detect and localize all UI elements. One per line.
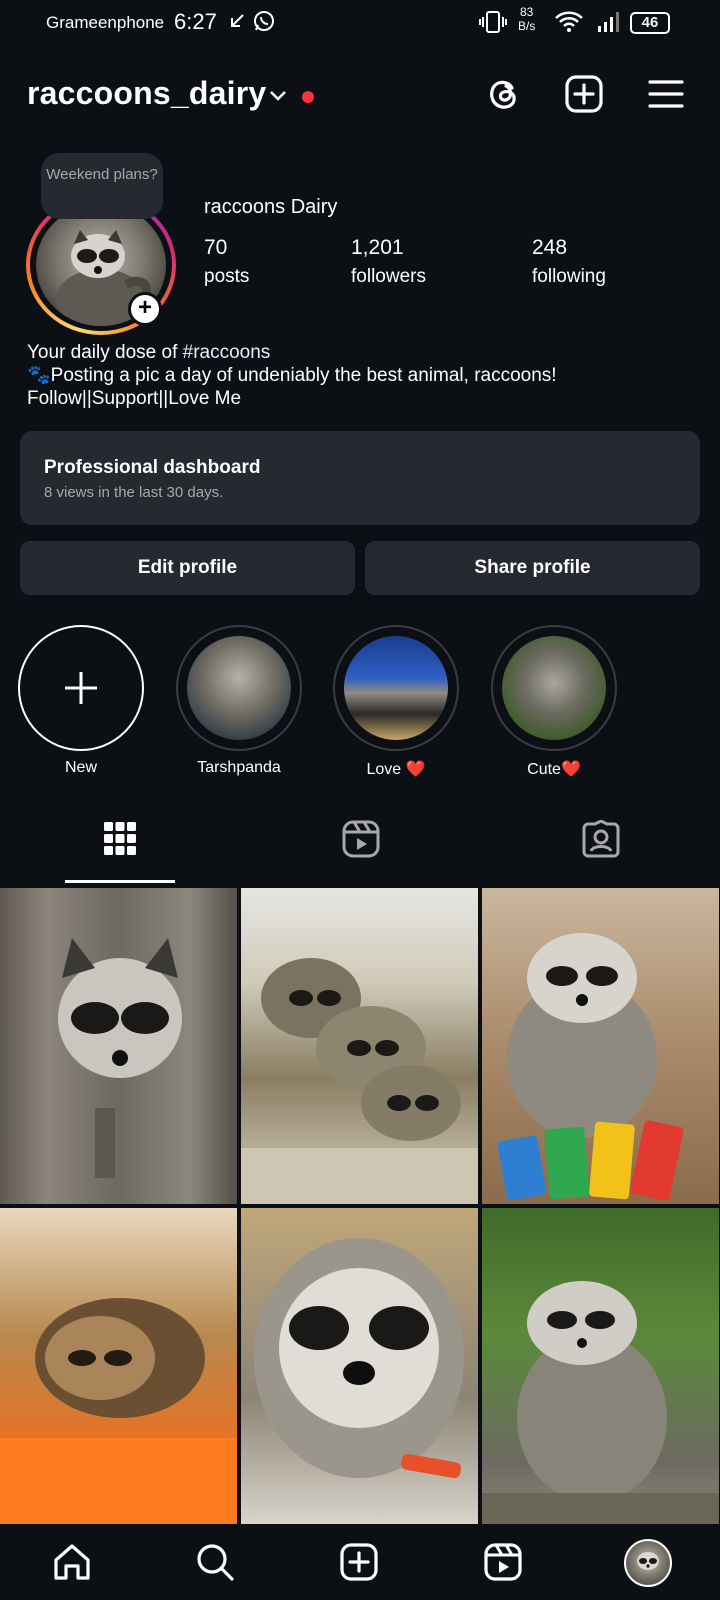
- network-speed: 83 B/s: [518, 5, 535, 33]
- raccoon-with-cards-art: [497, 933, 684, 1201]
- status-bar: Grameenphone 6:27 83 B/s 46: [0, 0, 720, 46]
- highlight-circle: [176, 625, 302, 751]
- create-post-icon[interactable]: [564, 74, 604, 114]
- network-speed-value: 83: [519, 5, 534, 19]
- highlight-cute[interactable]: Cute❤️: [491, 625, 617, 779]
- highlight-thumbnail: [187, 636, 291, 740]
- create-icon[interactable]: [339, 1542, 379, 1582]
- threads-icon[interactable]: [484, 74, 524, 114]
- tagged-icon[interactable]: [582, 820, 620, 858]
- bio-line-2: 🐾Posting a pic a day of undeniably the b…: [27, 365, 557, 386]
- add-story-plus-icon[interactable]: +: [128, 292, 162, 326]
- reels-tab-icon[interactable]: [342, 820, 380, 858]
- highlight-new[interactable]: New: [18, 625, 144, 777]
- highlight-label: Tarshpanda: [197, 759, 281, 776]
- bio-line-3: Follow||Support||Love Me: [27, 388, 242, 409]
- chevron-down-icon[interactable]: [268, 86, 288, 106]
- highlight-thumbnail: [344, 636, 448, 740]
- dashboard-subtitle: 8 views in the last 30 days.: [44, 484, 224, 501]
- profile-bio: Your daily dose of #raccoons 🐾Posting a …: [27, 341, 707, 410]
- stat-posts-label: posts: [204, 266, 250, 287]
- plus-icon: [65, 672, 97, 704]
- wifi-icon: [555, 11, 583, 32]
- posts-grid: [0, 888, 720, 1524]
- post-thumbnail[interactable]: [482, 888, 719, 1204]
- bio-text: Your daily dose of: [27, 342, 183, 363]
- raccoon-nav-avatar-art: [637, 1552, 659, 1570]
- stat-following-count: 248: [532, 236, 568, 259]
- raccoon-on-blanket-art: [0, 1298, 237, 1524]
- search-icon[interactable]: [195, 1542, 235, 1582]
- post-thumbnail[interactable]: [241, 888, 478, 1204]
- profile-avatar[interactable]: [624, 1539, 672, 1587]
- whatsapp-icon: [254, 11, 274, 31]
- dashboard-title: Professional dashboard: [44, 457, 261, 478]
- post-thumbnail[interactable]: [0, 1208, 237, 1524]
- highlight-label: Love ❤️: [366, 761, 426, 778]
- stat-followers-label: followers: [351, 266, 426, 287]
- display-name: raccoons Dairy: [204, 196, 338, 218]
- reels-icon[interactable]: [483, 1542, 523, 1582]
- clock: 6:27: [174, 9, 217, 34]
- post-thumbnail[interactable]: [241, 1208, 478, 1524]
- battery-level: 46: [641, 14, 659, 31]
- highlight-circle: [333, 625, 459, 751]
- signal-icon: [598, 12, 619, 32]
- edit-profile-button[interactable]: Edit profile: [20, 541, 355, 595]
- post-thumbnail[interactable]: [482, 1208, 719, 1524]
- highlight-tarshpanda[interactable]: Tarshpanda: [176, 625, 302, 777]
- raccoon-family-art: [241, 958, 478, 1204]
- stat-followers[interactable]: 1,201 followers: [351, 236, 426, 288]
- network-speed-unit: B/s: [518, 19, 536, 33]
- bio-line-1: Your daily dose of #raccoons: [27, 341, 707, 364]
- stat-posts-count: 70: [204, 236, 228, 259]
- highlight-thumbnail: [502, 636, 606, 740]
- menu-icon[interactable]: [646, 74, 686, 114]
- share-profile-button[interactable]: Share profile: [365, 541, 700, 595]
- professional-dashboard[interactable]: Professional dashboard 8 views in the la…: [20, 431, 700, 525]
- bio-hashtag-link[interactable]: #raccoons: [183, 342, 271, 363]
- highlight-label: New: [64, 759, 97, 776]
- raccoon-standing-art: [482, 1281, 719, 1524]
- highlight-new-circle: [18, 625, 144, 751]
- bottom-navigation: [0, 1524, 720, 1600]
- stat-following-label: following: [532, 266, 606, 287]
- missed-call-icon: [231, 14, 244, 27]
- battery-icon: 46: [630, 12, 670, 34]
- grid-icon[interactable]: [103, 820, 137, 858]
- highlight-label: Cute❤️: [527, 761, 581, 778]
- stat-posts[interactable]: 70 posts: [204, 236, 249, 288]
- stat-following[interactable]: 248 following: [532, 236, 606, 288]
- highlight-love[interactable]: Love ❤️: [333, 625, 459, 779]
- note-bubble[interactable]: Weekend plans?: [41, 153, 163, 219]
- highlight-circle: [491, 625, 617, 751]
- raccoon-closeup-art: [254, 1238, 464, 1479]
- profile-username[interactable]: raccoons_dairy: [27, 75, 266, 112]
- stat-followers-count: 1,201: [351, 236, 404, 259]
- home-icon[interactable]: [52, 1542, 92, 1582]
- tab-active-indicator: [65, 880, 175, 883]
- post-thumbnail[interactable]: [0, 888, 237, 1204]
- carrier-name: Grameenphone: [46, 13, 165, 32]
- notification-dot: [302, 91, 314, 103]
- raccoon-in-tree-art: [58, 938, 182, 1178]
- vibrate-icon: [479, 11, 507, 33]
